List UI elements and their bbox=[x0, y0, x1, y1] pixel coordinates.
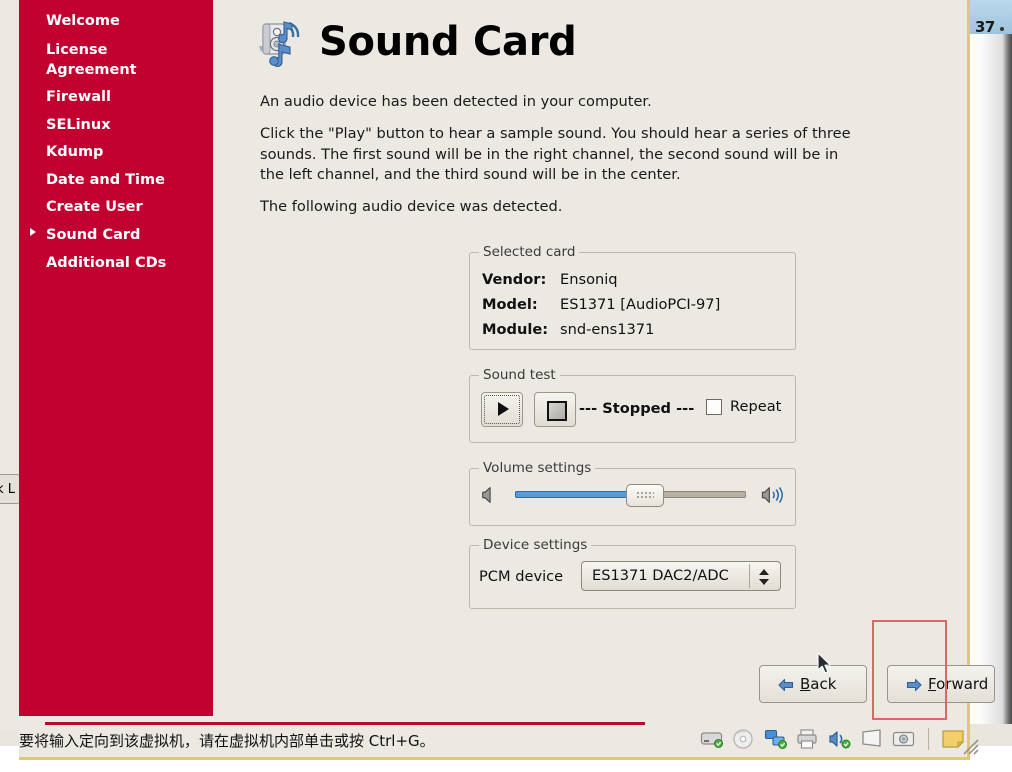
pcm-device-value: ES1371 DAC2/ADC bbox=[592, 567, 729, 584]
status-bar-icons bbox=[700, 728, 967, 750]
vendor-row: Vendor: Ensoniq bbox=[482, 271, 618, 288]
cdrom-icon[interactable] bbox=[732, 728, 756, 750]
sidebar-item-kdump[interactable]: Kdump bbox=[19, 143, 103, 162]
installer-window: Welcome License Agreement Firewall SELin… bbox=[19, 0, 995, 724]
harddisk-icon[interactable] bbox=[700, 728, 724, 750]
play-icon bbox=[498, 402, 509, 416]
vendor-key: Vendor: bbox=[482, 271, 547, 288]
mouse-cursor bbox=[817, 652, 831, 674]
arrow-left-icon bbox=[778, 678, 794, 692]
sidebar-item-label: Sound Card bbox=[46, 227, 141, 243]
forward-mnemonic: F bbox=[928, 675, 937, 693]
desktop-background: 37 k L Forward Welcome License Agreement… bbox=[0, 0, 1012, 772]
device-settings-legend: Device settings bbox=[479, 537, 592, 553]
sidebar-item-label: Welcome bbox=[46, 13, 120, 29]
sidebar-item-label: Create User bbox=[46, 199, 143, 215]
sound-card-icon bbox=[259, 21, 300, 68]
sound-test-status: --- Stopped --- bbox=[579, 400, 695, 417]
arrow-right-icon bbox=[906, 678, 922, 692]
model-row: Model: ES1371 [AudioPCI-97] bbox=[482, 296, 720, 313]
back-button[interactable]: Back bbox=[759, 665, 867, 703]
network-icon[interactable] bbox=[764, 728, 788, 750]
combo-separator bbox=[749, 564, 750, 588]
status-bar-accent bbox=[45, 722, 645, 725]
module-value: snd-ens1371 bbox=[560, 321, 655, 338]
play-button[interactable] bbox=[481, 392, 523, 427]
forward-button-label: Forward bbox=[928, 675, 988, 693]
background-window-label: 37 bbox=[975, 18, 995, 36]
page-title: Sound Card bbox=[319, 19, 577, 65]
sidebar-item-label: SELinux bbox=[46, 117, 111, 133]
intro-paragraph-3: The following audio device was detected. bbox=[260, 198, 563, 215]
installer-sidebar: Welcome License Agreement Firewall SELin… bbox=[19, 0, 213, 716]
sound-icon[interactable] bbox=[828, 728, 852, 750]
repeat-checkbox-row[interactable]: Repeat bbox=[706, 398, 781, 415]
pcm-device-select[interactable]: ES1371 DAC2/ADC bbox=[581, 561, 781, 591]
sidebar-item-firewall[interactable]: Firewall bbox=[19, 88, 111, 107]
repeat-checkbox[interactable] bbox=[706, 398, 722, 415]
background-back-label: k L bbox=[0, 482, 15, 497]
speaker-low-icon bbox=[482, 487, 491, 503]
back-mnemonic: B bbox=[800, 675, 811, 693]
module-key: Module: bbox=[482, 321, 549, 338]
selected-card-group: Selected card Vendor: Ensoniq Model: ES137… bbox=[469, 244, 796, 350]
module-row: Module: snd-ens1371 bbox=[482, 321, 654, 338]
stop-button[interactable] bbox=[534, 392, 576, 427]
repeat-label: Repeat bbox=[730, 398, 782, 415]
pcm-device-label: PCM device bbox=[479, 568, 564, 585]
sidebar-item-additional-cds[interactable]: Additional CDs bbox=[19, 254, 166, 273]
sidebar-item-label: Date and Time bbox=[46, 172, 165, 188]
background-left-strip bbox=[0, 0, 20, 730]
sound-test-legend: Sound test bbox=[479, 367, 560, 383]
status-bar-message: 要将输入定向到该虚拟机，请在虚拟机内部单击或按 Ctrl+G。 bbox=[19, 732, 435, 750]
back-label-rest: ack bbox=[810, 675, 837, 693]
display-icon[interactable] bbox=[860, 728, 884, 750]
camera-icon[interactable] bbox=[892, 728, 916, 750]
printer-icon[interactable] bbox=[796, 728, 820, 750]
slider-grip-icon bbox=[636, 491, 654, 500]
chevron-up-icon[interactable] bbox=[759, 569, 769, 575]
vm-window: Welcome License Agreement Firewall SELin… bbox=[19, 0, 995, 760]
back-button-label: Back bbox=[800, 675, 836, 693]
sidebar-item-create-user[interactable]: Create User bbox=[19, 198, 143, 217]
sidebar-item-label-line2: Agreement bbox=[46, 62, 137, 78]
resize-grip[interactable] bbox=[962, 738, 980, 756]
chevron-down-icon[interactable] bbox=[759, 579, 769, 585]
volume-slider-handle[interactable] bbox=[626, 484, 664, 507]
model-value: ES1371 [AudioPCI-97] bbox=[560, 296, 721, 313]
vendor-value: Ensoniq bbox=[560, 271, 618, 288]
volume-slider-fill bbox=[515, 491, 644, 498]
background-window-right-edge bbox=[968, 0, 1012, 724]
sidebar-item-label-line1: License bbox=[46, 42, 108, 58]
background-window-dot bbox=[1000, 27, 1004, 31]
speaker-high-icon bbox=[761, 487, 783, 503]
volume-settings-legend: Volume settings bbox=[479, 460, 596, 476]
intro-paragraph-2: Click the "Play" button to hear a sample… bbox=[260, 125, 851, 183]
selected-card-legend: Selected card bbox=[479, 244, 580, 260]
status-bar-separator bbox=[928, 728, 929, 750]
intro-paragraph-1: An audio device has been detected in you… bbox=[260, 93, 652, 110]
model-key: Model: bbox=[482, 296, 538, 313]
stop-icon bbox=[547, 401, 567, 421]
installer-content: Sound Card An audio device has been dete… bbox=[213, 0, 995, 716]
sidebar-item-welcome[interactable]: Welcome bbox=[19, 12, 120, 31]
forward-button[interactable]: Forward bbox=[887, 665, 995, 703]
background-back-button-partial[interactable]: k L bbox=[0, 474, 20, 504]
sidebar-item-label: Kdump bbox=[46, 144, 104, 160]
sidebar-item-label: Firewall bbox=[46, 89, 111, 105]
page-header: Sound Card bbox=[253, 16, 577, 68]
sidebar-item-date-and-time[interactable]: Date and Time bbox=[19, 171, 165, 190]
forward-label-rest: orward bbox=[936, 675, 989, 693]
sidebar-item-selinux[interactable]: SELinux bbox=[19, 116, 111, 135]
sidebar-item-sound-card[interactable]: Sound Card bbox=[19, 226, 140, 245]
sidebar-item-label: Additional CDs bbox=[46, 255, 167, 271]
selection-arrow-icon bbox=[30, 228, 36, 236]
sidebar-item-license-agreement[interactable]: License Agreement bbox=[19, 40, 137, 80]
